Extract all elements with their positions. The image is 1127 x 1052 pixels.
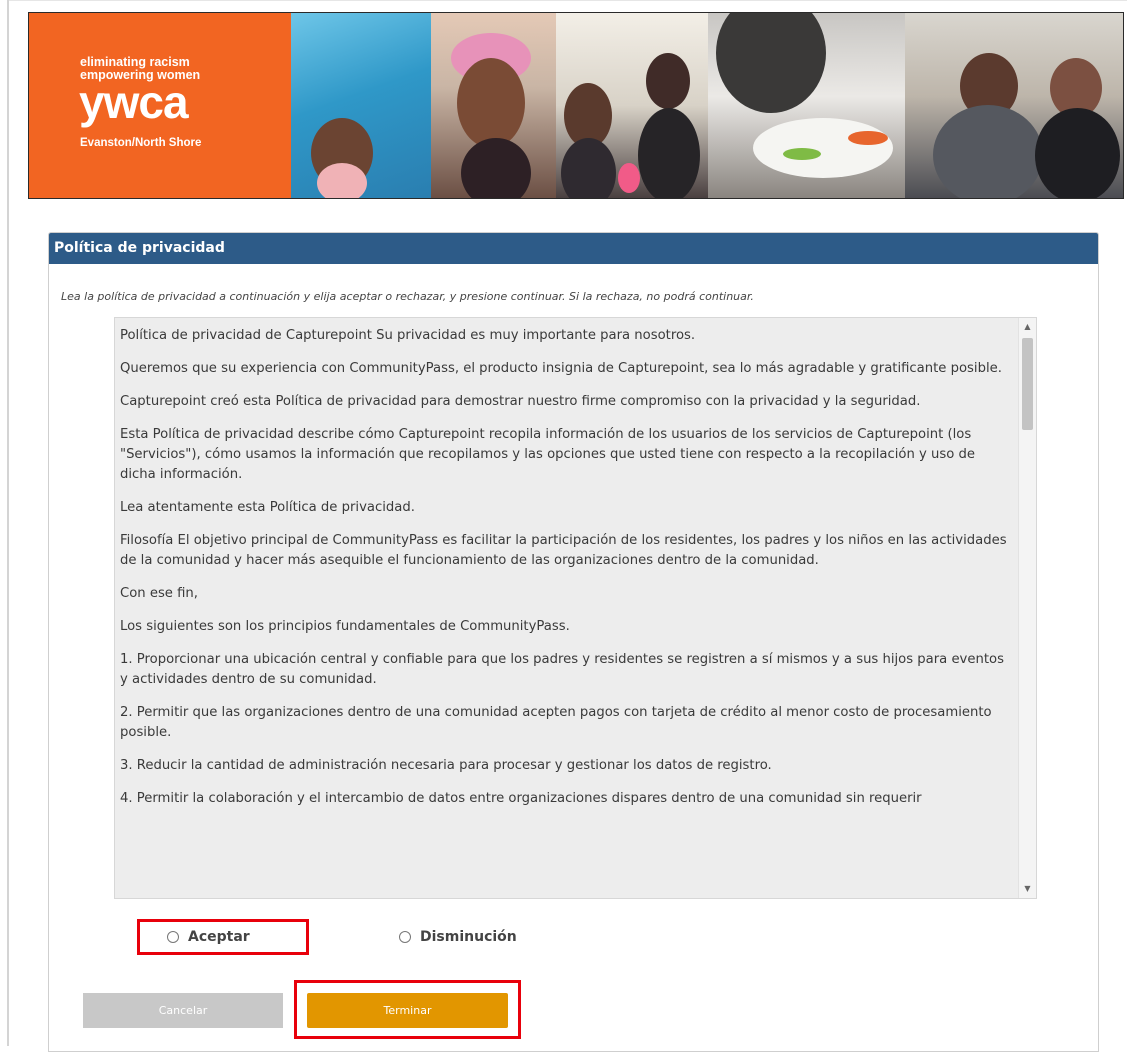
decline-radio-option[interactable]: Disminución <box>399 929 517 945</box>
policy-paragraph: Lea atentamente esta Política de privaci… <box>120 500 415 515</box>
ywca-logo-block: eliminating racism empowering women ywca… <box>29 13 291 198</box>
policy-paragraph: 3. Reducir la cantidad de administración… <box>120 758 772 773</box>
finish-highlight-box <box>294 980 521 1039</box>
decline-label: Disminución <box>420 929 517 945</box>
header-banner: eliminating racism empowering women ywca… <box>28 12 1124 199</box>
policy-text-box[interactable]: Política de privacidad de Capturepoint S… <box>114 317 1037 899</box>
policy-paragraph: Queremos que su experiencia con Communit… <box>120 361 1002 376</box>
scroll-down-arrow-icon[interactable]: ▼ <box>1019 882 1036 896</box>
policy-paragraph: Los siguientes son los principios fundam… <box>120 619 570 634</box>
banner-photo-adults <box>905 13 1123 198</box>
policy-paragraph: 1. Proporcionar una ubicación central y … <box>120 652 1004 687</box>
policy-paragraph: Con ese fin, <box>120 586 198 601</box>
decline-radio-button[interactable] <box>399 931 411 943</box>
scroll-up-arrow-icon[interactable]: ▲ <box>1019 320 1036 334</box>
cancel-button[interactable]: Cancelar <box>83 993 283 1028</box>
banner-photo-girl <box>431 13 556 198</box>
privacy-instructions: Lea la política de privacidad a continua… <box>61 290 754 303</box>
ywca-logo: ywca <box>79 76 189 128</box>
banner-photo-classroom <box>556 13 708 198</box>
panel-title: Política de privacidad <box>49 233 1098 264</box>
policy-paragraph: Esta Política de privacidad describe cóm… <box>120 427 975 482</box>
policy-scrollbar[interactable]: ▲ ▼ <box>1018 318 1036 898</box>
page-left-border <box>7 0 9 1046</box>
policy-paragraph: 4. Permitir la colaboración y el interca… <box>120 791 922 806</box>
banner-photo-pool <box>291 13 431 198</box>
accept-highlight-box <box>137 919 309 955</box>
policy-content: Política de privacidad de Capturepoint S… <box>120 326 1010 822</box>
policy-paragraph: Capturepoint creó esta Política de priva… <box>120 394 921 409</box>
scrollbar-thumb[interactable] <box>1022 338 1033 430</box>
page-top-border <box>9 0 1127 1</box>
policy-paragraph: Política de privacidad de Capturepoint S… <box>120 328 696 343</box>
policy-paragraph: 2. Permitir que las organizaciones dentr… <box>120 705 992 740</box>
banner-photo-cooking <box>708 13 905 198</box>
policy-paragraph: Filosofía El objetivo principal de Commu… <box>120 533 1007 568</box>
logo-location: Evanston/North Shore <box>80 137 202 149</box>
